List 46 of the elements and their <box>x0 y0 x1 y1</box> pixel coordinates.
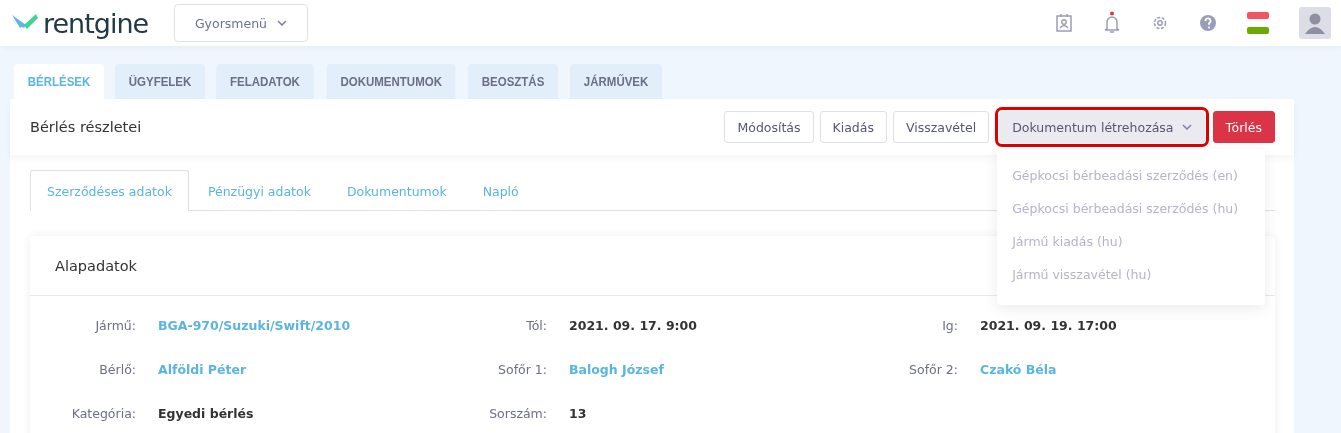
field-value: Egyedi bérlés <box>158 406 254 421</box>
notification-bell-icon[interactable] <box>1103 11 1121 35</box>
nav-tab[interactable]: BÉRLÉSEK <box>13 64 105 99</box>
help-icon[interactable] <box>1199 14 1217 32</box>
sub-tab[interactable]: Dokumentumok <box>329 170 464 211</box>
flag-icon[interactable] <box>1247 12 1269 34</box>
logo-text[interactable]: rentgine <box>43 7 149 39</box>
field-value: 13 <box>569 406 587 421</box>
menu-item[interactable]: Gépkocsi bérbeadási szerződés (hu) <box>997 192 1266 225</box>
field-label: Kategória: <box>70 406 136 421</box>
quick-menu-button[interactable]: Gyorsmenü <box>174 4 308 42</box>
settings-icon[interactable] <box>1151 14 1169 32</box>
action-button[interactable]: Kiadás <box>819 111 887 143</box>
field-label: Sofőr 2: <box>908 362 958 377</box>
action-button[interactable]: Módosítás <box>724 111 814 143</box>
field-label: Tól: <box>525 318 547 333</box>
card-title: Alapadatok <box>55 257 137 274</box>
contact-card-icon[interactable] <box>1055 13 1073 33</box>
sub-tab[interactable]: Pénzügyi adatok <box>190 170 328 211</box>
nav-tab[interactable]: DOKUMENTUMOK <box>326 64 456 99</box>
menu-item[interactable]: Jármű kiadás (hu) <box>997 225 1266 258</box>
sub-tab[interactable]: Szerződéses adatok <box>30 170 189 211</box>
field-value: 2021. 09. 19. 17:00 <box>980 318 1117 333</box>
chevron-icon <box>277 20 288 26</box>
field-value: 2021. 09. 17. 9:00 <box>569 318 697 333</box>
field-link[interactable]: Czakó Béla <box>980 362 1057 377</box>
delete-button[interactable]: Törlés <box>1212 111 1275 143</box>
menu-item[interactable]: Gépkocsi bérbeadási szerződés (en) <box>997 159 1266 192</box>
field-link[interactable]: Balogh József <box>569 362 664 377</box>
avatar-icon[interactable] <box>1299 7 1331 39</box>
field-label: Sorszám: <box>488 406 547 421</box>
field-link[interactable]: Alföldi Péter <box>158 362 247 377</box>
nav-tab[interactable]: JÁRMŰVEK <box>569 64 662 99</box>
menu-item[interactable]: Jármű visszavétel (hu) <box>997 258 1266 291</box>
field-link[interactable]: BGA-970/Suzuki/Swift/2010 <box>158 318 351 333</box>
field-label: Sofőr 1: <box>497 362 547 377</box>
nav-tab[interactable]: FELADATOK <box>216 64 314 99</box>
field-label: Bérlő: <box>98 362 136 377</box>
sub-tab[interactable]: Napló <box>465 170 536 211</box>
page-title: Bérlés részletei <box>30 119 142 135</box>
chevron-icon <box>1181 124 1192 130</box>
action-button[interactable]: Visszavétel <box>892 111 990 143</box>
nav-tab[interactable]: BEOSZTÁS <box>468 64 559 99</box>
nav-tab[interactable]: ÜGYFELEK <box>115 64 206 99</box>
field-label: Ig: <box>941 318 958 333</box>
field-label: Jármű: <box>94 318 136 333</box>
